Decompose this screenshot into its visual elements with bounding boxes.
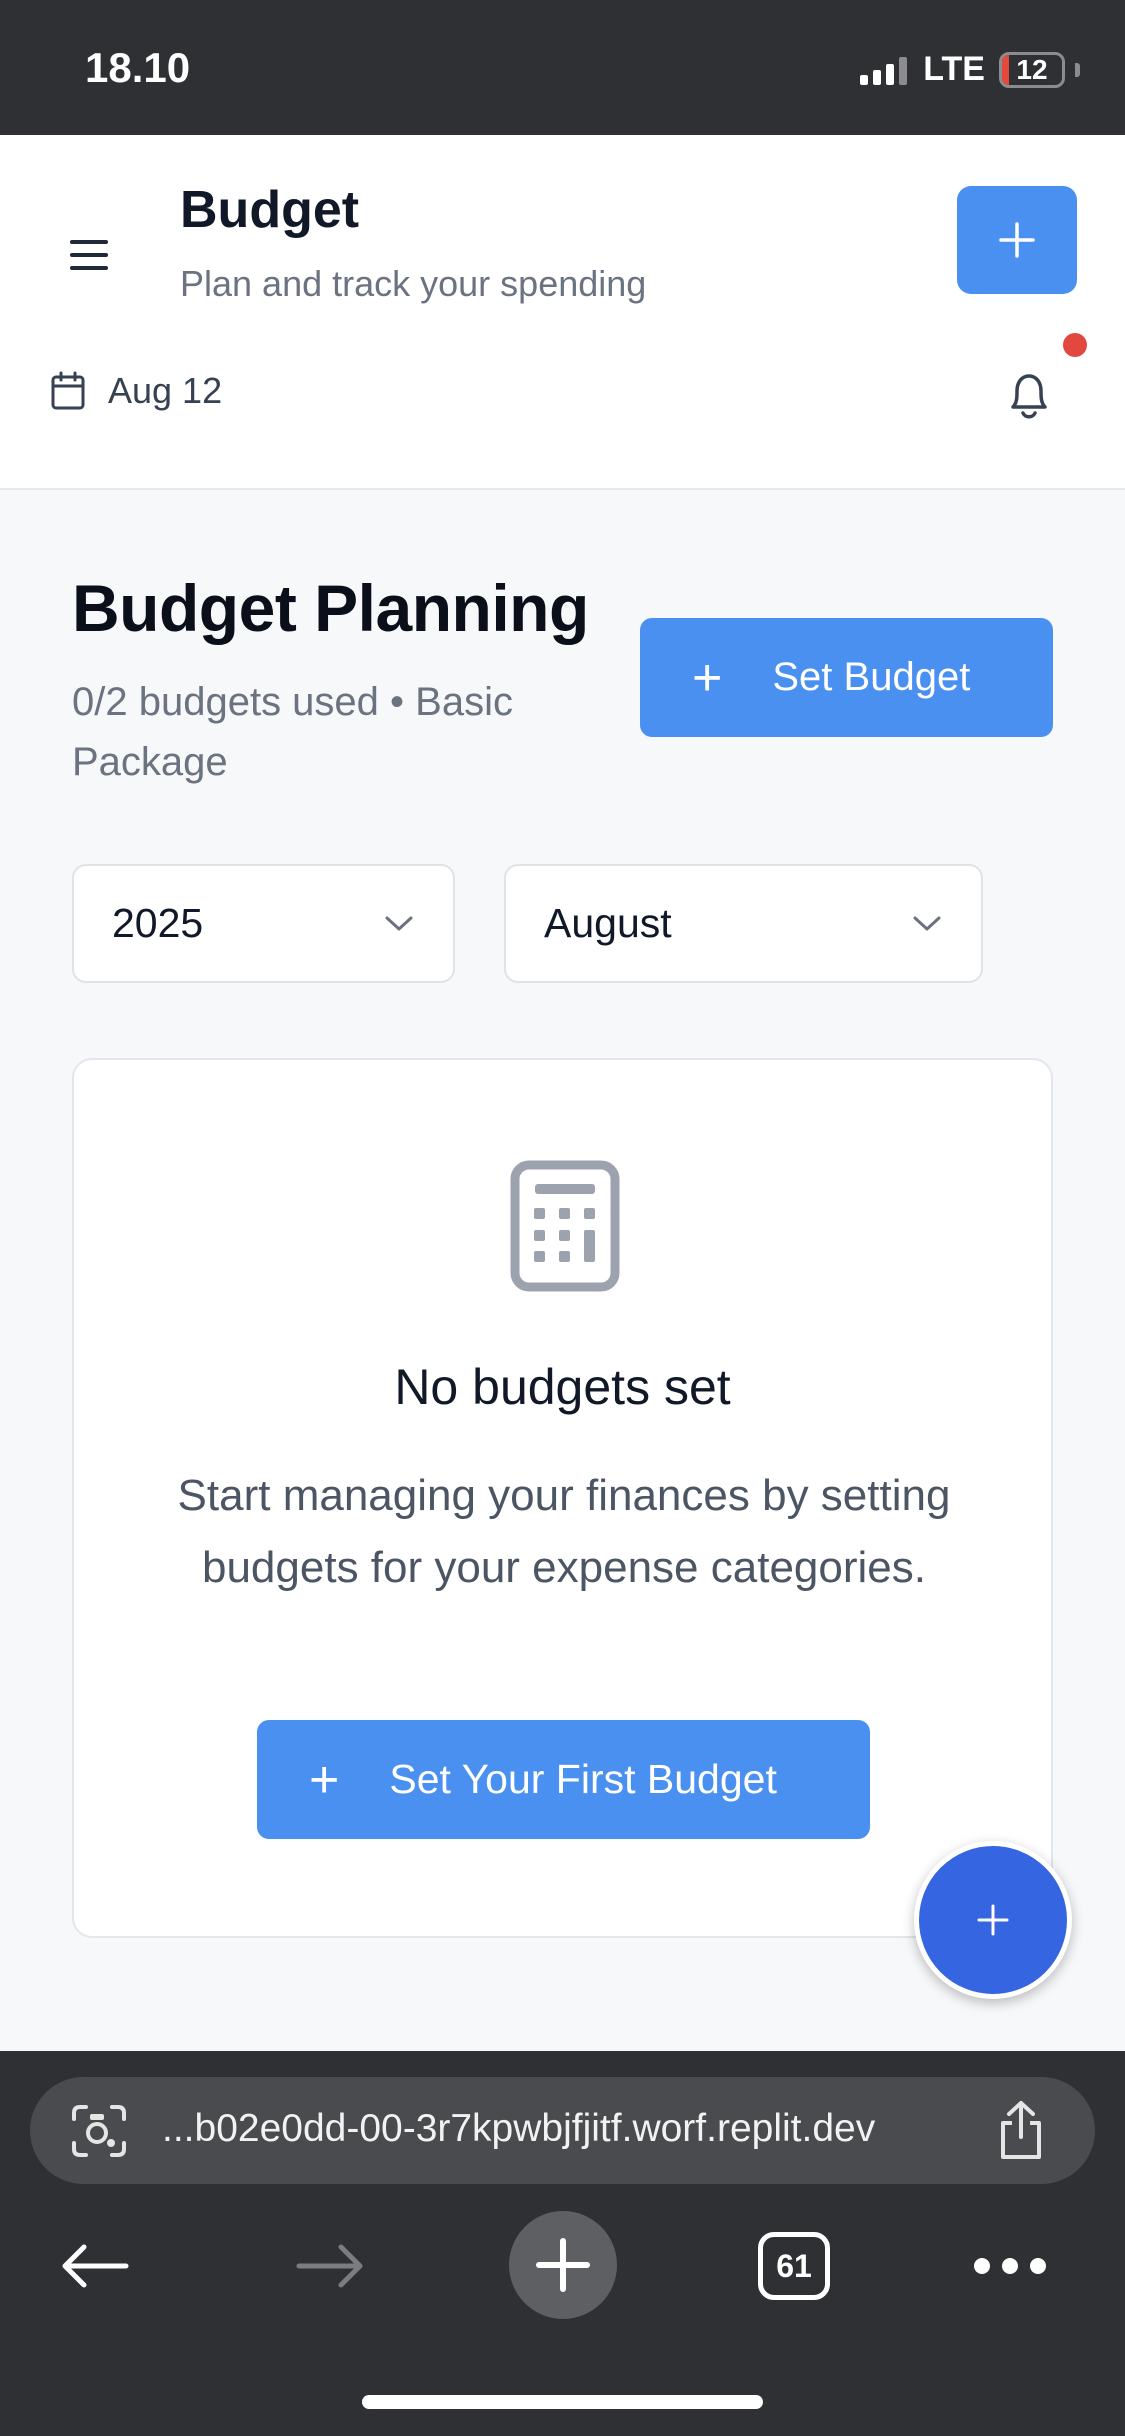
status-indicators: LTE 12 xyxy=(860,50,1080,89)
app-title: Budget xyxy=(180,181,360,239)
plus-icon xyxy=(977,1904,1009,1936)
lens-icon[interactable] xyxy=(70,2103,128,2159)
address-bar[interactable]: ...b02e0dd-00-3r7kpwbjfjitf.worf.replit.… xyxy=(30,2077,1095,2184)
calendar-icon xyxy=(51,371,85,410)
notification-badge xyxy=(1063,333,1087,357)
signal-icon xyxy=(860,55,908,85)
url-text: ...b02e0dd-00-3r7kpwbjfjitf.worf.replit.… xyxy=(162,2107,876,2150)
empty-state-card: No budgets set Start managing your finan… xyxy=(72,1058,1053,1938)
status-bar: 18.10 LTE 12 xyxy=(0,0,1125,135)
set-first-budget-button[interactable]: + Set Your First Budget xyxy=(257,1720,870,1839)
month-select[interactable]: August xyxy=(504,864,983,983)
app-header: Budget Plan and track your spending Aug … xyxy=(0,135,1125,490)
status-time: 18.10 xyxy=(85,44,191,91)
floating-add-button[interactable] xyxy=(914,1841,1072,1999)
menu-icon[interactable] xyxy=(70,225,122,285)
set-first-budget-label: Set Your First Budget xyxy=(389,1756,777,1802)
year-select[interactable]: 2025 xyxy=(72,864,455,983)
browser-toolbar: ...b02e0dd-00-3r7kpwbjfjitf.worf.replit.… xyxy=(0,2051,1125,2436)
back-arrow-icon[interactable] xyxy=(55,2211,135,2321)
date-display: Aug 12 xyxy=(50,370,222,412)
set-budget-button[interactable]: + Set Budget xyxy=(640,618,1053,737)
empty-state-description: Start managing your finances by setting … xyxy=(177,1471,951,1592)
browser-nav-row: 61 xyxy=(0,2211,1125,2341)
bell-icon[interactable] xyxy=(1002,365,1056,425)
date-text: Aug 12 xyxy=(108,370,223,411)
plus-icon xyxy=(999,222,1035,258)
battery-icon: 12 xyxy=(999,51,1065,88)
home-indicator xyxy=(362,2395,763,2409)
battery-level: 12 xyxy=(1016,53,1048,85)
empty-state-title: No budgets set xyxy=(394,1359,731,1415)
new-tab-button[interactable] xyxy=(509,2211,617,2319)
chevron-down-icon xyxy=(385,916,413,930)
forward-arrow-icon[interactable] xyxy=(290,2211,370,2321)
year-select-value: 2025 xyxy=(112,900,204,946)
tabs-button[interactable]: 61 xyxy=(752,2211,836,2321)
plus-icon: + xyxy=(309,1750,340,1809)
network-label: LTE xyxy=(923,50,985,88)
budget-usage-text: 0/2 budgets used • Basic Package xyxy=(72,680,513,784)
header-add-button[interactable] xyxy=(957,186,1077,294)
share-icon[interactable] xyxy=(995,2099,1047,2161)
plus-icon xyxy=(536,2238,590,2292)
page-title: Budget Planning xyxy=(72,571,589,645)
month-select-value: August xyxy=(544,900,672,946)
plus-icon: + xyxy=(692,648,723,707)
chevron-down-icon xyxy=(913,916,941,930)
app-subtitle: Plan and track your spending xyxy=(180,263,647,304)
tab-count: 61 xyxy=(758,2232,830,2300)
dots-icon[interactable] xyxy=(970,2211,1050,2321)
set-budget-label: Set Budget xyxy=(772,655,971,699)
calculator-icon xyxy=(510,1160,620,1292)
